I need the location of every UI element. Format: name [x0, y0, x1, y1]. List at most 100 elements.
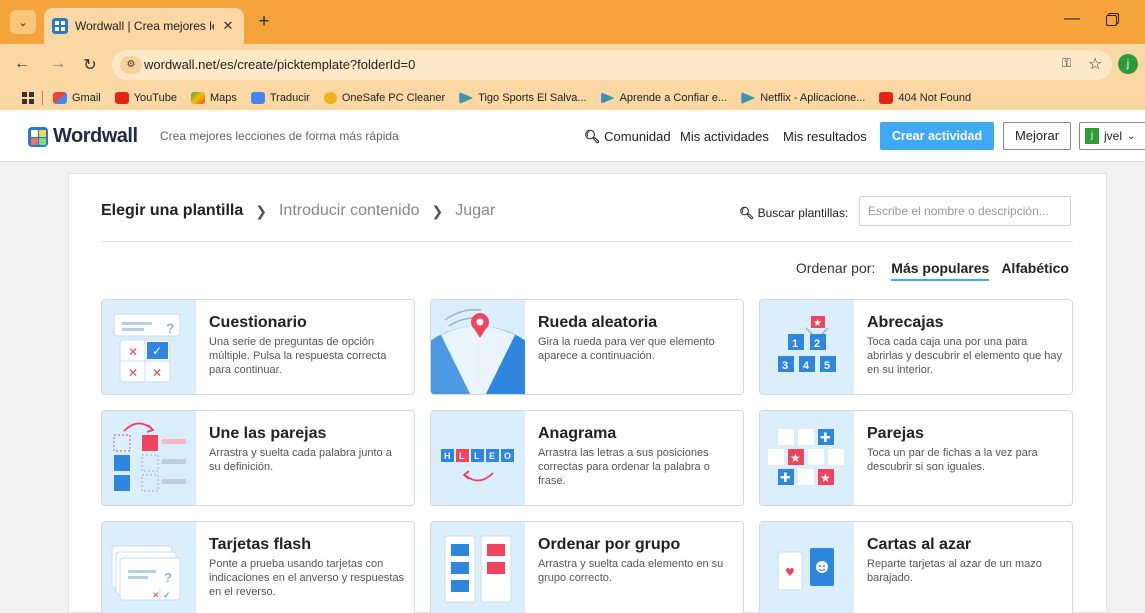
template-card-random-cards[interactable]: ♥ Cartas al azar Reparte tarjetas al aza… [759, 521, 1073, 613]
box-number: 1 [792, 338, 798, 350]
close-icon[interactable]: ✕ [220, 18, 236, 34]
back-arrow-icon[interactable]: ← [12, 55, 32, 73]
search-icon: 🔍︎ [584, 129, 601, 144]
template-card-match-up[interactable]: Une las parejas Arrastra y suelta cada p… [101, 410, 415, 506]
site-header: Wordwall Crea mejores lecciones de forma… [0, 110, 1145, 162]
svg-text:?: ? [166, 320, 175, 336]
bookmark-youtube[interactable]: YouTube [114, 92, 177, 104]
template-card-open-the-box[interactable]: ★ 1 2 3 4 5 Abrecajas Toca cada caja una… [759, 299, 1073, 395]
template-card-matching-pairs[interactable]: ✚ ★ ✚ ★ Parejas Toca un par de fichas a … [759, 410, 1073, 506]
template-name: Abrecajas [867, 314, 944, 331]
play-store-icon [600, 92, 615, 104]
svg-text:★: ★ [820, 471, 831, 485]
template-description: Arrastra y suelta cada elemento en su gr… [538, 558, 724, 584]
bookmark-onesafe[interactable]: OneSafe PC Cleaner [323, 92, 445, 104]
match-up-thumbnail-icon [102, 411, 196, 505]
box-number: 2 [814, 338, 820, 350]
create-activity-button[interactable]: Crear actividad [880, 122, 994, 150]
template-card-random-wheel[interactable]: Rueda aleatoria Gira la rueda para ver q… [430, 299, 744, 395]
browser-toolbar: ← → ↻ ⚙ wordwall.net/es/create/picktempl… [0, 44, 1145, 86]
gmail-icon [53, 92, 67, 104]
box-number: 3 [782, 360, 788, 372]
tab-search-button[interactable]: ⌄ [10, 10, 36, 34]
bookmark-tigo-sports[interactable]: Tigo Sports El Salva... [459, 92, 587, 104]
template-name: Cuestionario [209, 314, 307, 331]
site-info-icon[interactable]: ⚙ [120, 56, 142, 74]
svg-text:?: ? [164, 570, 172, 585]
browser-tab[interactable]: Wordwall | Crea mejores leccion ✕ [44, 8, 244, 44]
browser-profile-avatar[interactable]: j [1118, 54, 1138, 74]
template-card-group-sort[interactable]: Ordenar por grupo Arrastra y suelta cada… [430, 521, 744, 613]
tagline: Crea mejores lecciones de forma más rápi… [160, 129, 399, 143]
reload-icon[interactable]: ↻ [80, 55, 100, 75]
nav-community[interactable]: 🔍︎ Comunidad [584, 129, 671, 145]
svg-text:★: ★ [813, 318, 822, 329]
user-name: jvel [1104, 129, 1123, 143]
nav-my-activities[interactable]: Mis actividades [680, 129, 769, 144]
svg-text:✕: ✕ [128, 345, 138, 359]
upgrade-button[interactable]: Mejorar [1003, 122, 1071, 150]
search-templates-input[interactable] [859, 196, 1071, 226]
minimize-icon[interactable]: — [1064, 10, 1080, 28]
template-name: Anagrama [538, 425, 617, 442]
sort-label: Ordenar por: [795, 260, 876, 276]
play-store-icon [741, 92, 756, 104]
anagram-letter: E [489, 451, 495, 461]
nav-my-results[interactable]: Mis resultados [783, 129, 867, 144]
password-key-icon[interactable]: ⚿ [1062, 56, 1071, 71]
template-picker-panel: Elegir una plantilla ❯ Introducir conten… [68, 173, 1107, 613]
anagram-letter: O [504, 451, 511, 461]
bookmark-404[interactable]: 404 Not Found [879, 92, 971, 104]
template-card-flash-cards[interactable]: ? ✕ ✓ Tarjetas flash Ponte a prueba usan… [101, 521, 415, 613]
bookmark-aprende[interactable]: Aprende a Confiar e... [600, 92, 727, 104]
svg-text:✕: ✕ [152, 366, 162, 380]
new-tab-button[interactable]: + [252, 12, 276, 32]
wizard-steps: Elegir una plantilla ❯ Introducir conten… [101, 202, 495, 220]
bookmark-netflix[interactable]: Netflix - Aplicacione... [741, 92, 865, 104]
anagram-thumbnail-icon: H L L E O [431, 411, 525, 505]
forward-arrow-icon[interactable]: → [48, 55, 68, 73]
divider [101, 241, 1073, 242]
chevron-right-icon: ❯ [255, 202, 267, 219]
onesafe-icon [323, 92, 337, 104]
sort-most-popular[interactable]: Más populares [891, 260, 990, 281]
chevron-down-icon: ⌄ [1127, 130, 1136, 142]
bookmarks-bar: Gmail YouTube Maps Traducir OneSafe PC C… [0, 86, 1145, 110]
wordwall-logo[interactable]: Wordwall [28, 125, 138, 148]
group-sort-thumbnail-icon [431, 522, 525, 613]
template-description: Arrastra y suelta cada palabra junto a s… [209, 447, 392, 473]
step-enter-content: Introducir contenido [278, 202, 420, 219]
address-bar[interactable]: ⚙ wordwall.net/es/create/picktemplate?fo… [112, 50, 1112, 80]
search-templates-label: 🔍︎ Buscar plantillas: [739, 206, 849, 220]
bookmark-gmail[interactable]: Gmail [53, 92, 101, 104]
play-store-icon [459, 92, 474, 104]
bookmarks-divider [42, 91, 43, 105]
random-wheel-thumbnail-icon [431, 300, 525, 394]
box-number: 4 [803, 360, 810, 372]
template-name: Parejas [867, 425, 924, 442]
template-name: Ordenar por grupo [538, 536, 681, 553]
svg-text:♥: ♥ [785, 566, 795, 579]
template-description: Reparte tarjetas al azar de un mazo bara… [867, 558, 1042, 584]
template-description: Una serie de preguntas de opción múltipl… [209, 336, 387, 376]
template-card-anagram[interactable]: H L L E O Anagrama Arrastra las letras a… [430, 410, 744, 506]
sort-control: Ordenar por: Más populares Alfabético [796, 260, 1069, 281]
svg-text:✚: ✚ [780, 471, 791, 486]
url-text: wordwall.net/es/create/picktemplate?fold… [144, 57, 416, 72]
user-menu[interactable]: j jvel ⌄ [1079, 122, 1145, 150]
apps-grid-icon[interactable] [22, 92, 34, 104]
template-card-quiz[interactable]: ? ✕ ✓ ✕ ✕ Cuestionario Una serie de preg… [101, 299, 415, 395]
step-play: Jugar [455, 202, 496, 219]
open-the-box-thumbnail-icon: ★ 1 2 3 4 5 [760, 300, 854, 394]
user-avatar: j [1085, 128, 1099, 144]
sort-alphabetical[interactable]: Alfabético [1001, 260, 1069, 276]
svg-text:✓: ✓ [152, 344, 162, 358]
bookmark-maps[interactable]: Maps [190, 92, 237, 104]
random-cards-thumbnail-icon: ♥ [760, 522, 854, 613]
bookmark-translate[interactable]: Traducir [250, 92, 310, 104]
template-description: Gira la rueda para ver que elemento apar… [538, 336, 715, 362]
restore-window-icon[interactable] [1106, 13, 1119, 26]
flash-cards-thumbnail-icon: ? ✕ ✓ [102, 522, 196, 613]
svg-text:✕: ✕ [128, 366, 138, 380]
bookmark-star-icon[interactable]: ☆ [1088, 54, 1102, 74]
